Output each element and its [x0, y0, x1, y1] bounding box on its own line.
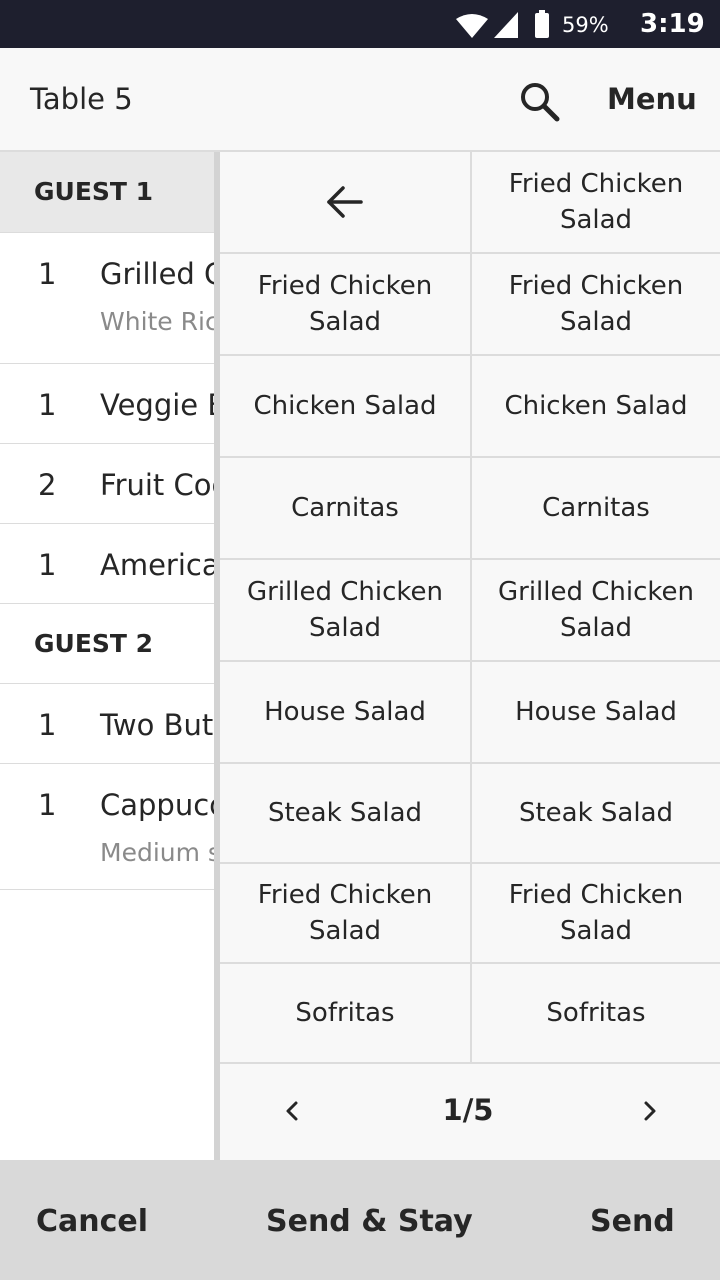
bottom-action-bar: Cancel Send & Stay Send — [0, 1160, 720, 1280]
menu-item-button[interactable]: Fried Chicken Salad — [472, 864, 720, 964]
order-list: GUEST 1 1 Grilled Chicken White Rice 1 V… — [0, 152, 214, 1160]
item-quantity: 2 — [38, 468, 57, 502]
menu-item-button[interactable]: Sofritas — [472, 964, 720, 1064]
menu-item-button[interactable]: Sofritas — [220, 964, 472, 1064]
menu-item-button[interactable]: Carnitas — [472, 458, 720, 560]
battery-icon — [535, 10, 549, 38]
menu-item-button[interactable]: Fried Chicken Salad — [472, 254, 720, 356]
app-bar: Table 5 Menu — [0, 48, 720, 152]
menu-item-button[interactable]: Steak Salad — [220, 764, 472, 864]
order-item[interactable]: 2 Fruit Cocktail — [0, 444, 214, 524]
item-quantity: 1 — [38, 388, 57, 422]
item-modifier: White Rice — [100, 307, 214, 336]
menu-button[interactable]: Menu — [607, 82, 697, 116]
item-name: Two Butter Croissants — [100, 708, 214, 742]
menu-item-button[interactable]: Chicken Salad — [220, 356, 472, 458]
item-name: Cappuccino — [100, 788, 214, 822]
item-quantity: 1 — [38, 548, 57, 582]
page-title: Table 5 — [30, 82, 133, 116]
item-quantity: 1 — [38, 788, 57, 822]
menu-item-button[interactable]: Fried Chicken Salad — [220, 254, 472, 356]
next-page-button[interactable] — [638, 1094, 662, 1128]
search-icon — [521, 83, 560, 122]
previous-page-button[interactable] — [280, 1094, 304, 1128]
battery-percent: 59% — [562, 13, 609, 37]
menu-item-button[interactable]: Carnitas — [220, 458, 472, 560]
guest-header[interactable]: GUEST 1 — [0, 152, 214, 232]
menu-item-button[interactable]: Chicken Salad — [472, 356, 720, 458]
item-name: Fruit Cocktail — [100, 468, 214, 502]
page-indicator: 1/5 — [442, 1093, 494, 1127]
chevron-right-icon — [644, 1101, 656, 1121]
menu-item-button[interactable]: Steak Salad — [472, 764, 720, 864]
order-item[interactable]: 1 Two Butter Croissants — [0, 684, 214, 764]
send-button[interactable]: Send — [590, 1204, 675, 1239]
menu-item-grid: Fried Chicken Salad Fried Chicken Salad … — [220, 152, 720, 1064]
item-name: Americano — [100, 548, 214, 582]
arrow-left-icon — [327, 186, 363, 218]
menu-item-button[interactable]: Grilled Chicken Salad — [220, 560, 472, 662]
chevron-left-icon — [286, 1101, 298, 1121]
order-item[interactable]: 1 Veggie Bowl — [0, 364, 214, 444]
guest-header[interactable]: GUEST 2 — [0, 604, 214, 684]
menu-item-button[interactable]: Grilled Chicken Salad — [472, 560, 720, 662]
menu-item-button[interactable]: House Salad — [220, 662, 472, 764]
grid-pager: 1/5 — [220, 1064, 720, 1160]
order-item[interactable]: 1 Americano — [0, 524, 214, 604]
wifi-icon — [456, 14, 488, 38]
cancel-button[interactable]: Cancel — [36, 1204, 148, 1239]
cell-signal-icon — [494, 12, 518, 38]
item-quantity: 1 — [38, 708, 57, 742]
item-quantity: 1 — [38, 257, 57, 291]
clock: 3:19 — [640, 9, 705, 39]
item-name: Veggie Bowl — [100, 388, 214, 422]
order-item[interactable]: 1 Cappuccino Medium size — [0, 764, 214, 890]
order-item[interactable]: 1 Grilled Chicken White Rice — [0, 232, 214, 364]
menu-item-button[interactable]: Fried Chicken Salad — [472, 152, 720, 254]
send-and-stay-button[interactable]: Send & Stay — [266, 1204, 473, 1239]
item-modifier: Medium size — [100, 838, 214, 867]
menu-item-button[interactable]: House Salad — [472, 662, 720, 764]
back-button[interactable] — [220, 152, 472, 254]
item-name: Grilled Chicken — [100, 257, 214, 291]
status-bar: 59% 3:19 — [0, 0, 720, 48]
search-button[interactable] — [514, 76, 564, 126]
menu-item-button[interactable]: Fried Chicken Salad — [220, 864, 472, 964]
